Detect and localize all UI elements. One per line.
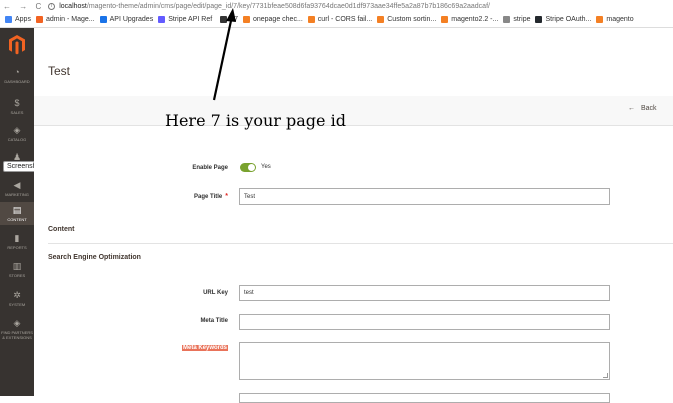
bookmark-label: 17 <box>230 16 238 23</box>
back-button[interactable]: ← Back <box>628 105 657 112</box>
bookmarks-bar: Apps admin - Mage... API Upgrades Stripe AP… <box>0 12 673 28</box>
bookmark-item[interactable]: stripe <box>503 16 530 23</box>
enable-page-label: Enable Page <box>192 165 228 171</box>
megaphone-icon: ◀ <box>13 180 21 190</box>
page-title-label: Page Title * <box>170 193 228 200</box>
bookmark-item[interactable]: API Upgrades <box>99 16 154 23</box>
bookmark-item[interactable]: magento <box>596 16 634 23</box>
resize-grip-icon[interactable] <box>603 373 608 378</box>
bookmark-label: Stripe OAuth... <box>545 16 592 23</box>
sidebar-item-label: FIND PARTNERS & EXTENSIONS <box>1 330 33 340</box>
gear-icon: ✲ <box>13 290 21 300</box>
url-key-input[interactable]: test <box>239 285 610 301</box>
browser-nav-buttons[interactable]: ← → C <box>3 2 44 11</box>
bookmark-item[interactable]: 17 <box>220 16 238 23</box>
back-label: Back <box>640 105 657 112</box>
bookmark-item[interactable]: Apps <box>5 16 31 23</box>
bookmark-favicon-icon <box>503 16 511 23</box>
browser-url-bar: ← → C i localhost/magento-theme/admin/cm… <box>0 0 673 12</box>
bookmark-favicon-icon <box>596 16 604 23</box>
sidebar-item-label: STORES <box>8 273 26 278</box>
bookmark-favicon-icon <box>307 16 315 23</box>
sidebar-item-system[interactable]: ✲ SYSTEM <box>0 290 34 307</box>
bookmark-label: admin - Mage... <box>45 16 95 23</box>
bookmark-label: Stripe API Ref <box>168 16 213 23</box>
url-key-input-value: test <box>244 290 254 296</box>
main-content <box>34 28 673 396</box>
bookmark-favicon-icon <box>220 16 228 23</box>
annotation-text: Here 7 is your page id <box>165 111 346 130</box>
meta-title-label: Meta Title <box>200 318 228 324</box>
sidebar-item-label: DASHBOARD <box>4 79 30 84</box>
bookmark-favicon-icon <box>377 16 385 23</box>
enable-page-value: Yes <box>261 164 271 170</box>
bookmark-favicon-icon <box>5 16 12 23</box>
meta-description-textarea[interactable] <box>239 393 610 403</box>
sidebar-item-catalog[interactable]: ◈ CATALOG <box>0 125 34 142</box>
toggle-knob <box>248 164 255 171</box>
bookmark-label: API Upgrades <box>109 16 154 23</box>
bookmark-item[interactable]: Stripe API Ref <box>158 16 212 23</box>
sidebar-item-content[interactable]: ▤ CONTENT <box>0 202 34 225</box>
page-actions-bar <box>34 96 673 126</box>
enable-page-toggle[interactable] <box>240 163 256 172</box>
page-title: Test <box>48 64 71 78</box>
sidebar-item-label: CONTENT <box>7 217 27 222</box>
bookmark-item[interactable]: magento2.2 -... <box>441 16 498 23</box>
sidebar-item-reports[interactable]: ▮ REPORTS <box>0 233 34 250</box>
url-path[interactable]: /magento-theme/admin/cms/page/edit/page_… <box>87 3 490 10</box>
meta-title-input[interactable] <box>239 314 610 330</box>
bookmark-favicon-icon <box>35 16 43 23</box>
bookmark-label: curl - CORS fail... <box>317 16 373 23</box>
bookmark-favicon-icon <box>535 16 543 23</box>
bookmark-label: Apps <box>15 16 31 23</box>
meta-keywords-textarea[interactable] <box>239 342 610 380</box>
meta-keywords-label-text: Meta Keywords <box>181 345 228 351</box>
required-marker: * <box>225 193 228 200</box>
bookmark-label: onepage chec... <box>252 16 303 23</box>
page-title-input-value: Test <box>244 193 256 200</box>
bookmark-label: magento <box>606 16 634 23</box>
content-icon: ▤ <box>12 205 22 215</box>
sidebar-item-stores[interactable]: ▥ STORES <box>0 261 34 278</box>
sidebar-item-label: CATALOG <box>7 137 27 142</box>
bookmark-label: magento2.2 -... <box>451 16 499 23</box>
meta-keywords-label: Meta Keywords <box>170 345 228 351</box>
sidebar-item-find[interactable]: ◈ FIND PARTNERS & EXTENSIONS <box>0 318 34 340</box>
sidebar-item-label: MARKETING <box>5 192 29 197</box>
magento-logo-icon[interactable] <box>7 34 27 56</box>
sidebar-item-marketing[interactable]: ◀ MARKETING <box>0 180 34 197</box>
sidebar-item-label: SALES <box>10 110 24 115</box>
bar-chart-icon: ▮ <box>14 233 20 243</box>
bookmark-favicon-icon <box>441 16 449 23</box>
bookmark-label: Custom sortin... <box>387 16 437 23</box>
bookmark-favicon-icon <box>158 16 166 23</box>
bookmark-item[interactable]: curl - CORS fail... <box>307 16 373 23</box>
bookmark-item[interactable]: Custom sortin... <box>377 16 436 23</box>
site-info-icon[interactable]: i <box>48 2 56 10</box>
section-divider <box>48 243 673 244</box>
bookmark-label: stripe <box>513 16 531 23</box>
bookmark-favicon-icon <box>99 16 107 23</box>
bookmark-item[interactable]: onepage chec... <box>242 16 303 23</box>
partners-icon: ◈ <box>13 318 21 328</box>
bookmark-item[interactable]: admin - Mage... <box>35 16 95 23</box>
sidebar-item-dashboard[interactable]: ◔ DASHBOARD <box>0 67 34 84</box>
sidebar-item-label: SYSTEM <box>8 302 26 307</box>
sidebar-item-sales[interactable]: $ SALES <box>0 98 34 115</box>
content-section-header[interactable]: Content <box>48 226 74 233</box>
page-title-label-text: Page Title <box>194 194 223 200</box>
bookmark-item[interactable]: Stripe OAuth... <box>535 16 591 23</box>
dollar-icon: $ <box>14 98 20 108</box>
arrow-left-icon: ← <box>628 105 635 112</box>
cube-icon: ◈ <box>13 125 21 135</box>
dashboard-icon: ◔ <box>14 67 20 77</box>
url-key-label: URL Key <box>203 290 228 296</box>
page-title-input[interactable]: Test <box>239 188 610 205</box>
seo-section-header[interactable]: Search Engine Optimization <box>48 254 141 261</box>
store-icon: ▥ <box>12 261 22 271</box>
sidebar-item-label: REPORTS <box>7 245 27 250</box>
url-host[interactable]: localhost <box>59 3 87 10</box>
bookmark-favicon-icon <box>242 16 250 23</box>
